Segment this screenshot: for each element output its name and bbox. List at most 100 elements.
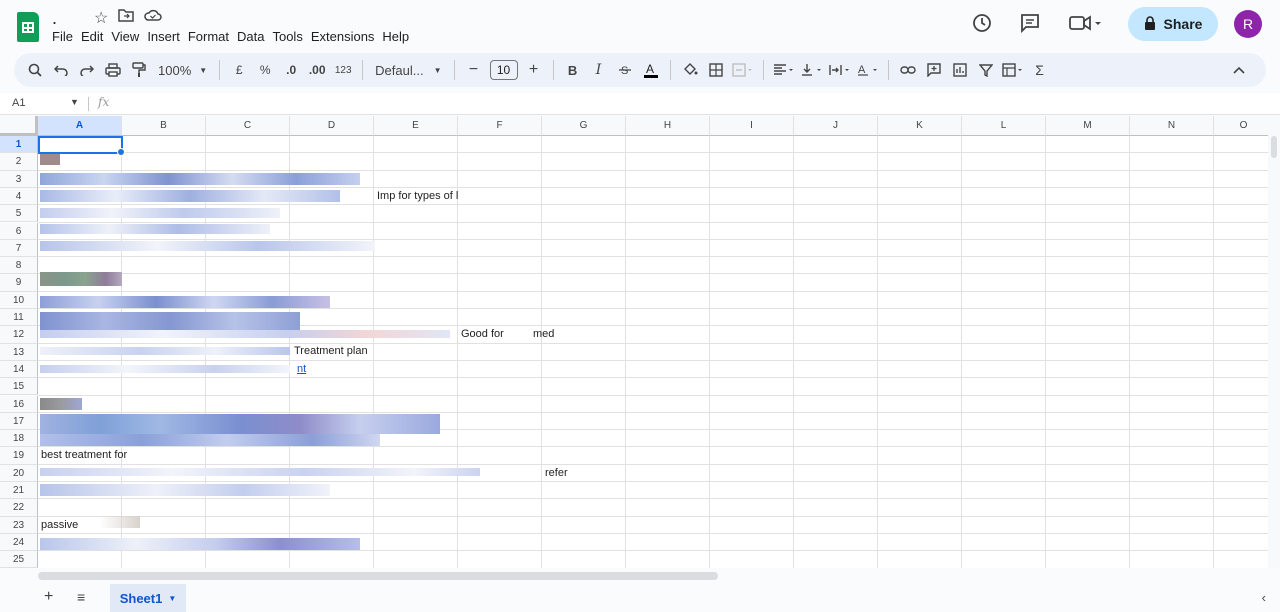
menu-edit[interactable]: Edit bbox=[81, 28, 111, 44]
collapse-sidebar-icon[interactable]: ‹ bbox=[1262, 590, 1266, 605]
row-header-11[interactable]: 11 bbox=[0, 309, 38, 327]
fill-color-icon[interactable] bbox=[677, 57, 703, 83]
column-header-a[interactable]: A bbox=[38, 116, 122, 136]
row-header-25[interactable]: 25 bbox=[0, 551, 38, 568]
cloud-status-icon[interactable] bbox=[144, 8, 163, 28]
row-header-12[interactable]: 12 bbox=[0, 326, 38, 344]
move-folder-icon[interactable] bbox=[118, 8, 135, 28]
increase-font-size-button[interactable]: + bbox=[521, 57, 547, 83]
font-size-field[interactable]: 10 bbox=[487, 57, 521, 83]
insert-comment-icon[interactable] bbox=[921, 57, 947, 83]
menu-extensions[interactable]: Extensions bbox=[311, 28, 383, 44]
redo-icon[interactable] bbox=[74, 57, 100, 83]
bold-button[interactable]: B bbox=[560, 57, 586, 83]
row-header-13[interactable]: 13 bbox=[0, 343, 38, 361]
row-header-16[interactable]: 16 bbox=[0, 395, 38, 413]
row-header-8[interactable]: 8 bbox=[0, 257, 38, 275]
horizontal-scrollbar[interactable] bbox=[38, 572, 1268, 580]
column-header-m[interactable]: M bbox=[1046, 116, 1130, 136]
strikethrough-icon[interactable]: S bbox=[612, 57, 638, 83]
undo-icon[interactable] bbox=[48, 57, 74, 83]
insert-link-icon[interactable] bbox=[895, 57, 921, 83]
percent-format-button[interactable]: % bbox=[252, 57, 278, 83]
horizontal-scroll-thumb[interactable] bbox=[38, 572, 718, 580]
font-select[interactable]: Defaul... ▼ bbox=[369, 57, 447, 83]
cell-c14-link[interactable]: nt bbox=[297, 361, 306, 378]
column-header-j[interactable]: J bbox=[794, 116, 878, 136]
insert-chart-icon[interactable] bbox=[947, 57, 973, 83]
more-formats-button[interactable]: 123 bbox=[330, 57, 356, 83]
decrease-font-size-button[interactable]: − bbox=[461, 57, 487, 83]
row-header-19[interactable]: 19 bbox=[0, 447, 38, 465]
text-rotation-icon[interactable]: A bbox=[854, 57, 882, 83]
menu-view[interactable]: View bbox=[111, 28, 147, 44]
row-header-4[interactable]: 4 bbox=[0, 187, 38, 206]
column-header-n[interactable]: N bbox=[1130, 116, 1214, 136]
filter-icon[interactable] bbox=[973, 57, 999, 83]
row-header-20[interactable]: 20 bbox=[0, 464, 38, 482]
select-all-corner[interactable] bbox=[0, 116, 38, 136]
menu-insert[interactable]: Insert bbox=[147, 28, 188, 44]
chevron-down-icon[interactable]: ▼ bbox=[168, 594, 176, 603]
column-header-c[interactable]: C bbox=[206, 116, 290, 136]
add-sheet-icon[interactable]: + bbox=[44, 588, 53, 606]
row-header-17[interactable]: 17 bbox=[0, 412, 38, 431]
row-header-24[interactable]: 24 bbox=[0, 533, 38, 552]
row-header-22[interactable]: 22 bbox=[0, 499, 38, 517]
share-button[interactable]: Share bbox=[1128, 7, 1218, 41]
row-header-3[interactable]: 3 bbox=[0, 170, 38, 188]
spreadsheet-grid[interactable]: ABCDEFGHIJKLMNO 1 2 3 4 5 6 7 8 9 10 11 12 13 14 15 16 1… bbox=[0, 116, 1268, 568]
row-header-18[interactable]: 18 bbox=[0, 430, 38, 448]
row-header-7[interactable]: 7 bbox=[0, 239, 38, 258]
zoom-select[interactable]: 100% ▼ bbox=[152, 57, 213, 83]
borders-icon[interactable] bbox=[703, 57, 729, 83]
comments-icon[interactable] bbox=[1018, 12, 1042, 36]
column-header-l[interactable]: L bbox=[962, 116, 1046, 136]
menu-file[interactable]: File bbox=[52, 28, 81, 44]
document-title[interactable]: . bbox=[52, 8, 57, 29]
row-header-15[interactable]: 15 bbox=[0, 378, 38, 396]
collapse-toolbar-icon[interactable] bbox=[1226, 57, 1252, 83]
chevron-down-icon[interactable]: ▼ bbox=[70, 97, 79, 107]
horizontal-align-icon[interactable] bbox=[770, 57, 798, 83]
vertical-scrollbar[interactable] bbox=[1268, 116, 1280, 568]
italic-button[interactable]: I bbox=[586, 57, 612, 83]
text-color-icon[interactable]: A bbox=[638, 57, 664, 83]
sheets-logo-icon[interactable] bbox=[17, 12, 39, 42]
column-header-g[interactable]: G bbox=[542, 116, 626, 136]
column-header-h[interactable]: H bbox=[626, 116, 710, 136]
row-header-1[interactable]: 1 bbox=[0, 136, 38, 154]
paint-format-icon[interactable] bbox=[126, 57, 152, 83]
column-header-o[interactable]: O bbox=[1214, 116, 1268, 136]
menu-tools[interactable]: Tools bbox=[272, 28, 310, 44]
functions-icon[interactable]: Σ bbox=[1027, 57, 1053, 83]
star-icon[interactable]: ☆ bbox=[94, 8, 108, 28]
increase-decimal-button[interactable]: .00 bbox=[304, 57, 330, 83]
column-header-e[interactable]: E bbox=[374, 116, 458, 136]
row-header-9[interactable]: 9 bbox=[0, 274, 38, 292]
merge-cells-icon[interactable] bbox=[729, 57, 757, 83]
meet-icon[interactable] bbox=[1066, 12, 1104, 36]
row-header-23[interactable]: 23 bbox=[0, 516, 38, 534]
column-header-d[interactable]: D bbox=[290, 116, 374, 136]
text-wrapping-icon[interactable] bbox=[826, 57, 854, 83]
print-icon[interactable] bbox=[100, 57, 126, 83]
tab-sheet1[interactable]: Sheet1 ▼ bbox=[110, 584, 186, 612]
menu-data[interactable]: Data bbox=[237, 28, 272, 44]
all-sheets-icon[interactable]: ≡ bbox=[77, 589, 85, 605]
active-cell-a1[interactable] bbox=[38, 136, 125, 156]
decrease-decimal-button[interactable]: .0 bbox=[278, 57, 304, 83]
version-history-icon[interactable] bbox=[970, 12, 994, 36]
currency-format-button[interactable]: £ bbox=[226, 57, 252, 83]
menu-help[interactable]: Help bbox=[382, 28, 417, 44]
vertical-align-icon[interactable] bbox=[798, 57, 826, 83]
column-header-f[interactable]: F bbox=[458, 116, 542, 136]
row-header-2[interactable]: 2 bbox=[0, 153, 38, 171]
row-header-5[interactable]: 5 bbox=[0, 205, 38, 223]
row-header-6[interactable]: 6 bbox=[0, 222, 38, 240]
row-header-10[interactable]: 10 bbox=[0, 291, 38, 309]
search-menus-icon[interactable] bbox=[22, 57, 48, 83]
row-header-14[interactable]: 14 bbox=[0, 360, 38, 379]
name-box[interactable]: A1 bbox=[12, 97, 25, 109]
row-header-21[interactable]: 21 bbox=[0, 482, 38, 500]
